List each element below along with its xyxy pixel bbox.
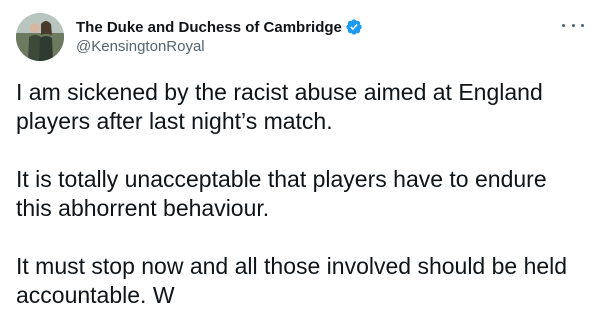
avatar-photo-icon [16, 13, 64, 61]
author-names: The Duke and Duchess of Cambridge @Kensi… [76, 17, 363, 55]
tweet-text: I am sickened by the racist abuse aimed … [16, 78, 586, 310]
display-name-row: The Duke and Duchess of Cambridge [76, 17, 363, 37]
more-dot [571, 23, 575, 27]
tweet-paragraph: It must stop now and all those involved … [16, 253, 568, 308]
tweet-paragraph: It is totally unacceptable that players … [16, 166, 547, 221]
more-horizontal-icon[interactable] [562, 19, 584, 31]
tweet-paragraph: I am sickened by the racist abuse aimed … [16, 79, 543, 134]
more-dot [581, 23, 584, 27]
tweet-card: The Duke and Duchess of Cambridge @Kensi… [0, 0, 600, 312]
verified-badge-icon [345, 18, 363, 36]
author-handle[interactable]: @KensingtonRoyal [76, 38, 363, 55]
display-name[interactable]: The Duke and Duchess of Cambridge [76, 19, 342, 36]
avatar[interactable] [16, 13, 64, 61]
more-dot [562, 23, 565, 27]
tweet-header: The Duke and Duchess of Cambridge @Kensi… [16, 13, 584, 61]
